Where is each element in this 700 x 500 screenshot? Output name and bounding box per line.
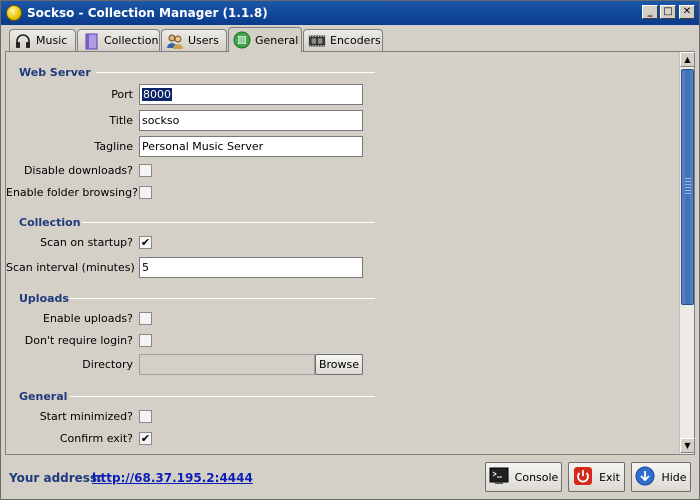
- console-button[interactable]: Console: [485, 462, 562, 492]
- settings-scroll-area[interactable]: Web Server Port 8000 Title sockso Taglin…: [6, 52, 678, 454]
- section-uploads-title: Uploads: [19, 292, 69, 305]
- tab-general-label: General: [255, 33, 299, 47]
- port-value: 8000: [142, 88, 172, 101]
- tab-collection[interactable]: Collection: [77, 29, 160, 51]
- folder-browsing-checkbox[interactable]: [139, 186, 152, 199]
- tab-music-label: Music: [36, 34, 68, 47]
- minimize-button[interactable]: _: [642, 5, 658, 19]
- no-login-label: Don't require login?: [24, 334, 133, 347]
- general-settings-icon: [233, 31, 251, 49]
- scan-startup-label: Scan on startup?: [40, 236, 133, 249]
- film-strip-icon: [308, 32, 326, 50]
- tab-users[interactable]: Users: [161, 29, 227, 51]
- tab-users-label: Users: [188, 34, 219, 47]
- tagline-label: Tagline: [94, 140, 133, 153]
- exit-button-label: Exit: [599, 470, 620, 484]
- browse-button-label: Browse: [318, 358, 360, 371]
- scan-interval-input[interactable]: 5: [139, 257, 363, 278]
- scan-startup-checkbox[interactable]: ✔: [139, 236, 152, 249]
- exit-button[interactable]: Exit: [568, 462, 625, 492]
- disable-downloads-checkbox[interactable]: [139, 164, 152, 177]
- window-title: Sockso - Collection Manager (1.1.8): [27, 6, 268, 20]
- confirm-exit-checkbox[interactable]: ✔: [139, 432, 152, 445]
- sockso-logo-icon: [6, 5, 22, 21]
- maximize-button[interactable]: □: [660, 5, 676, 19]
- title-bar[interactable]: Sockso - Collection Manager (1.1.8) _ □ …: [1, 1, 699, 25]
- disable-downloads-label: Disable downloads?: [23, 164, 133, 177]
- port-input[interactable]: 8000: [139, 84, 363, 105]
- directory-input[interactable]: [139, 354, 315, 375]
- no-login-checkbox[interactable]: [139, 334, 152, 347]
- tab-bar: Music Collection Users General Encoders: [5, 27, 697, 52]
- users-icon: [166, 32, 184, 50]
- scroll-grip-icon: [685, 178, 691, 194]
- tab-music[interactable]: Music: [9, 29, 76, 51]
- start-minimized-label: Start minimized?: [39, 410, 133, 423]
- section-divider: [70, 396, 375, 397]
- address-label: Your address:: [9, 471, 102, 485]
- tab-encoders-label: Encoders: [330, 34, 381, 47]
- console-icon: [489, 467, 509, 488]
- start-minimized-checkbox[interactable]: [139, 410, 152, 423]
- status-bar: Your address: http://68.37.195.2:4444 Co…: [1, 457, 699, 499]
- title-label: Title: [109, 114, 133, 127]
- console-button-label: Console: [514, 470, 559, 484]
- folder-browsing-label: Enable folder browsing?: [6, 186, 138, 199]
- section-web-server-title: Web Server: [19, 66, 91, 79]
- confirm-exit-label: Confirm exit?: [59, 432, 133, 445]
- tab-collection-label: Collection: [104, 34, 159, 47]
- power-icon: [573, 466, 593, 489]
- section-collection-title: Collection: [19, 216, 81, 229]
- scan-interval-label: Scan interval (minutes): [6, 261, 135, 274]
- collection-book-icon: [82, 32, 100, 50]
- scroll-down-arrow-icon[interactable]: ▼: [680, 438, 695, 453]
- enable-uploads-label: Enable uploads?: [43, 312, 133, 325]
- section-divider: [82, 222, 375, 223]
- tagline-input[interactable]: Personal Music Server: [139, 136, 363, 157]
- title-input[interactable]: sockso: [139, 110, 363, 131]
- app-window: Sockso - Collection Manager (1.1.8) _ □ …: [0, 0, 700, 500]
- hide-button[interactable]: Hide: [631, 462, 691, 492]
- down-arrow-circle-icon: [635, 466, 655, 489]
- enable-uploads-checkbox[interactable]: [139, 312, 152, 325]
- scrollbar-thumb[interactable]: [681, 69, 694, 305]
- close-button[interactable]: ✕: [679, 5, 695, 19]
- scroll-up-arrow-icon[interactable]: ▲: [680, 52, 695, 67]
- directory-label: Directory: [82, 358, 133, 371]
- browse-button[interactable]: Browse: [315, 354, 363, 375]
- address-link[interactable]: http://68.37.195.2:4444: [92, 471, 253, 485]
- section-divider: [96, 72, 375, 73]
- port-label: Port: [111, 88, 133, 101]
- headphones-icon: [14, 32, 32, 50]
- section-general-title: General: [19, 390, 68, 403]
- vertical-scrollbar[interactable]: ▲ ▼: [679, 52, 695, 454]
- general-settings-panel: Web Server Port 8000 Title sockso Taglin…: [5, 51, 695, 455]
- hide-button-label: Hide: [661, 470, 687, 484]
- tab-general[interactable]: General: [228, 27, 302, 52]
- section-divider: [70, 298, 375, 299]
- tab-encoders[interactable]: Encoders: [303, 29, 383, 51]
